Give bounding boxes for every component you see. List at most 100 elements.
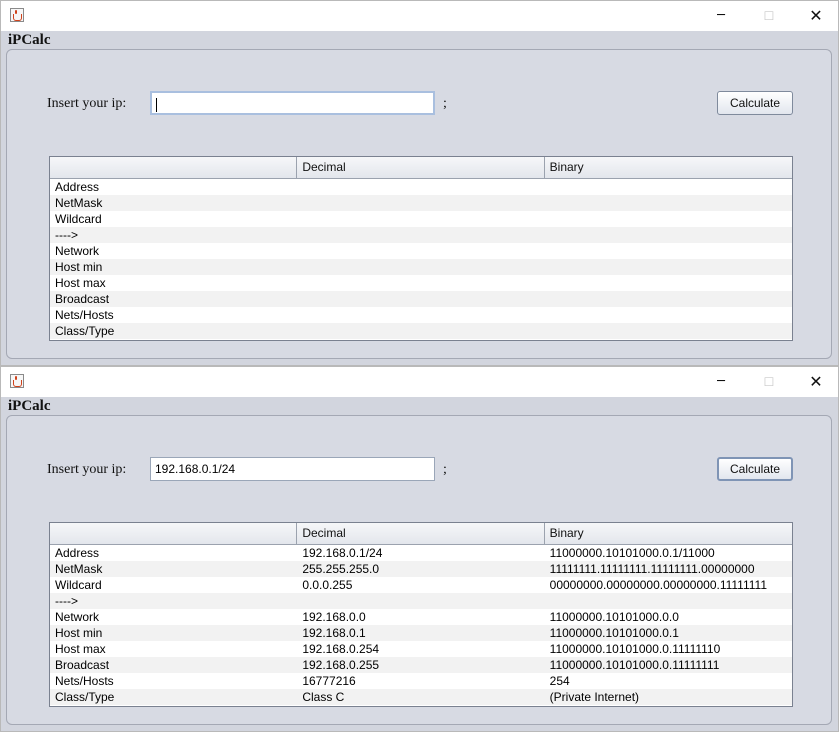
row-decimal	[297, 195, 544, 211]
row-binary	[545, 179, 792, 195]
row-label: Host min	[55, 260, 103, 274]
row-decimal	[297, 179, 544, 195]
column-header-decimal[interactable]: Decimal	[297, 523, 545, 544]
row-decimal	[297, 259, 544, 275]
column-header-binary[interactable]: Binary	[545, 157, 792, 178]
row-decimal: 192.168.0.255	[302, 658, 380, 672]
semicolon-label: ;	[443, 462, 447, 477]
row-decimal	[297, 307, 544, 323]
row-binary	[545, 227, 792, 243]
row-label: ---->	[55, 594, 78, 608]
table-row[interactable]: Broadcast	[50, 291, 792, 307]
table-row[interactable]: NetMask 255.255.255.0 11111111.11111111.11…	[50, 561, 792, 577]
row-binary	[545, 291, 792, 307]
maximize-icon: ☐	[763, 375, 775, 389]
table-body: Address NetMask Wildcard ----> Network H…	[50, 179, 792, 339]
close-button[interactable]: ✕	[793, 1, 838, 31]
row-binary: 11000000.10101000.0.0	[549, 610, 679, 624]
row-decimal	[297, 211, 544, 227]
minimize-button[interactable]: ─	[698, 1, 744, 31]
maximize-icon: ☐	[763, 9, 775, 23]
maximize-button[interactable]: ☐	[746, 367, 792, 397]
row-binary: 11111111.11111111.11111111.00000000	[549, 562, 755, 576]
row-binary: 00000000.00000000.00000000.11111111	[549, 578, 767, 592]
app-title: iPCalc	[8, 398, 51, 414]
row-binary	[545, 323, 792, 339]
row-binary: 11000000.10101000.0.11111110	[549, 642, 721, 656]
row-binary: (Private Internet)	[549, 690, 640, 704]
table-row[interactable]: Address 192.168.0.1/24 11000000.10101000.0…	[50, 545, 792, 561]
table-header: Decimal Binary	[50, 157, 792, 179]
column-header-label[interactable]	[50, 157, 298, 178]
text-caret	[156, 97, 157, 112]
table-row[interactable]: Broadcast 192.168.0.255 11000000.10101000.…	[50, 657, 792, 673]
row-label: Class/Type	[55, 690, 115, 704]
close-icon: ✕	[809, 372, 823, 391]
row-label: NetMask	[55, 562, 103, 576]
row-label: Host min	[55, 626, 103, 640]
ip-label: Insert your ip:	[47, 96, 127, 111]
row-decimal	[297, 243, 544, 259]
column-header-binary[interactable]: Binary	[545, 523, 792, 544]
ip-input[interactable]: 192.168.0.1/24	[150, 457, 435, 481]
row-decimal	[297, 323, 544, 339]
table-row[interactable]: ---->	[50, 227, 792, 243]
row-binary	[545, 195, 792, 211]
row-decimal: 192.168.0.0	[302, 610, 366, 624]
table-row[interactable]: Class/Type	[50, 323, 792, 339]
maximize-button[interactable]: ☐	[746, 1, 792, 31]
title-bar[interactable]: ─ ☐ ✕	[1, 1, 838, 31]
column-header-decimal[interactable]: Decimal	[297, 157, 545, 178]
row-label: Broadcast	[55, 658, 110, 672]
main-panel: Insert your ip: ; Calculate Decimal Bina…	[6, 49, 832, 359]
row-label: Host max	[55, 276, 106, 290]
row-decimal	[297, 593, 544, 609]
table-row[interactable]: Network	[50, 243, 792, 259]
row-decimal: 0.0.0.255	[302, 578, 353, 592]
table-row[interactable]: Nets/Hosts	[50, 307, 792, 323]
row-binary	[545, 259, 792, 275]
row-label: Address	[55, 180, 100, 194]
semicolon-label: ;	[443, 96, 447, 111]
row-label: Network	[55, 610, 100, 624]
table-row[interactable]: Network 192.168.0.0 11000000.10101000.0.0	[50, 609, 792, 625]
table-row[interactable]: Host min	[50, 259, 792, 275]
row-label: Network	[55, 244, 100, 258]
table-row[interactable]: Class/Type Class C (Private Internet)	[50, 689, 792, 705]
ipcalc-window-empty: ─ ☐ ✕ iPCalc Insert your ip: ; Calculate…	[0, 0, 839, 366]
ip-input[interactable]	[150, 91, 435, 115]
row-label: ---->	[55, 228, 78, 242]
table-row[interactable]: Host min 192.168.0.1 11000000.10101000.0.1	[50, 625, 792, 641]
table-row[interactable]: NetMask	[50, 195, 792, 211]
table-row[interactable]: Nets/Hosts 16777216 254	[50, 673, 792, 689]
row-decimal	[297, 291, 544, 307]
row-label: Nets/Hosts	[55, 308, 114, 322]
main-panel: Insert your ip: 192.168.0.1/24 ; Calcula…	[6, 415, 832, 725]
column-header-label[interactable]	[50, 523, 298, 544]
table-row[interactable]: Host max	[50, 275, 792, 291]
calculate-button[interactable]: Calculate	[717, 91, 793, 115]
table-row[interactable]: Wildcard 0.0.0.255 00000000.00000000.00000…	[50, 577, 792, 593]
row-decimal: 192.168.0.1/24	[302, 546, 383, 560]
table-row[interactable]: Wildcard	[50, 211, 792, 227]
results-table: Decimal Binary Address NetMask Wildcard …	[49, 156, 793, 341]
row-binary	[545, 211, 792, 227]
minimize-button[interactable]: ─	[698, 367, 744, 397]
row-label: NetMask	[55, 196, 103, 210]
title-bar[interactable]: ─ ☐ ✕	[1, 367, 838, 397]
table-row[interactable]: Host max 192.168.0.254 11000000.10101000.0…	[50, 641, 792, 657]
table-row[interactable]: Address	[50, 179, 792, 195]
client-area: iPCalc Insert your ip: 192.168.0.1/24 ; …	[1, 397, 838, 731]
row-decimal	[297, 227, 544, 243]
table-row[interactable]: ---->	[50, 593, 792, 609]
calculate-button[interactable]: Calculate	[717, 457, 793, 481]
ip-label: Insert your ip:	[47, 462, 127, 477]
row-decimal: 192.168.0.254	[302, 642, 380, 656]
row-binary	[545, 275, 792, 291]
row-label: Host max	[55, 642, 106, 656]
client-area: iPCalc Insert your ip: ; Calculate Decim…	[1, 31, 838, 365]
results-table: Decimal Binary Address 192.168.0.1/24 1100…	[49, 522, 793, 707]
close-button[interactable]: ✕	[793, 367, 838, 397]
row-binary: 11000000.10101000.0.11111111	[549, 658, 720, 672]
row-label: Wildcard	[55, 212, 102, 226]
